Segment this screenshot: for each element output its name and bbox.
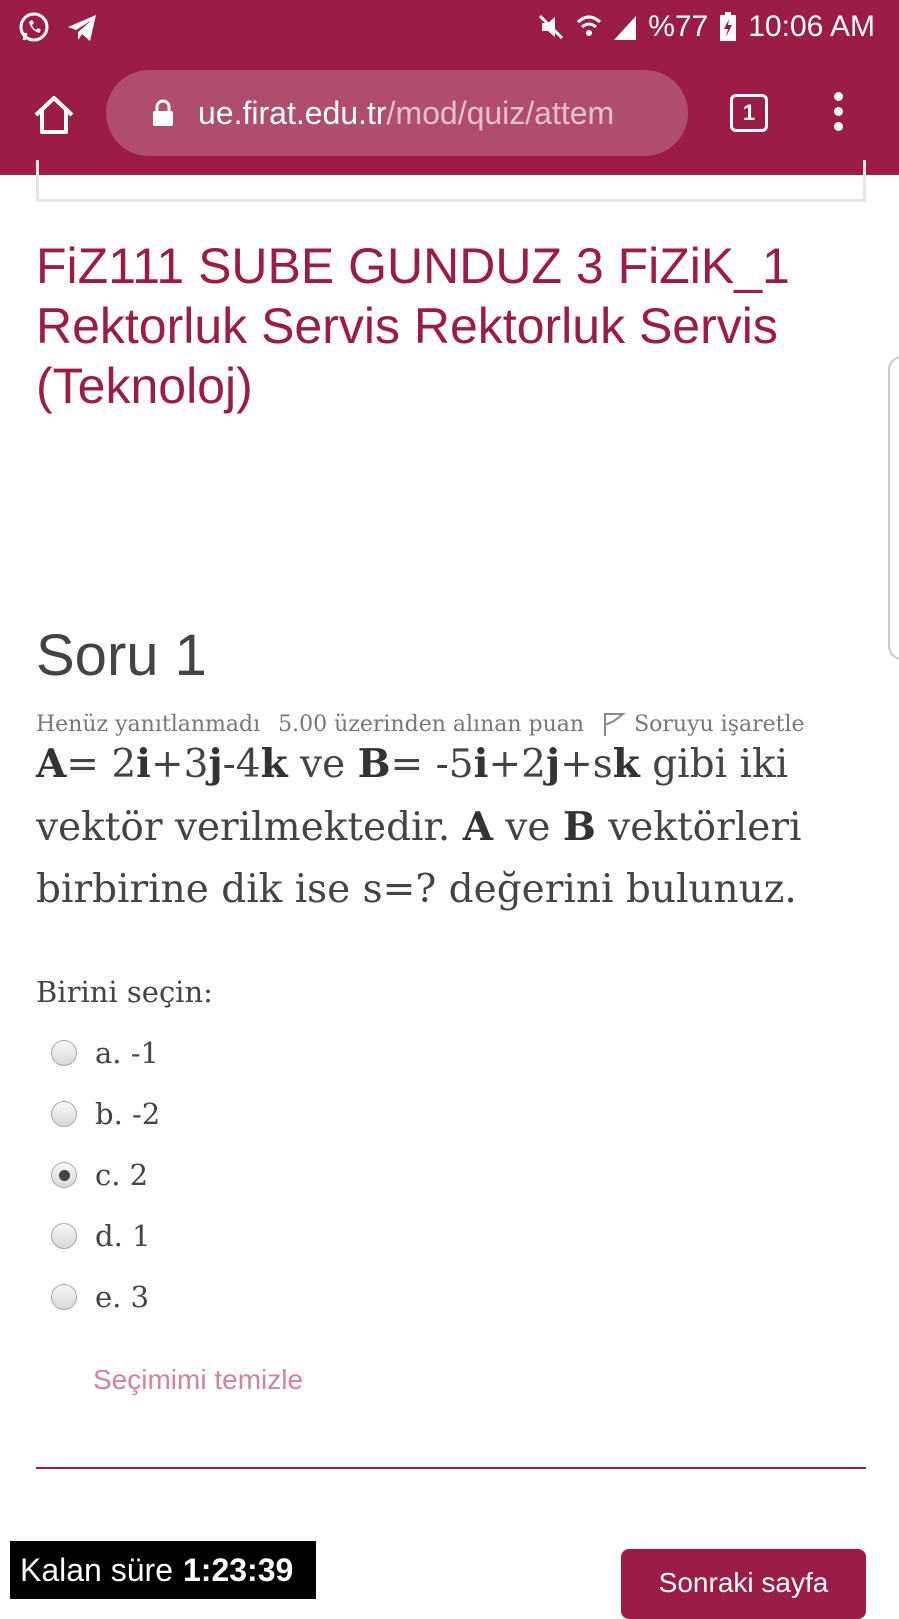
radio-button[interactable] [51, 1101, 77, 1127]
battery-charging-icon [720, 12, 737, 41]
question-text: A= 2i+3j-4k ve B= -5i+2j+sk gibi iki vek… [36, 741, 802, 912]
next-page-button[interactable]: Sonraki sayfa [621, 1549, 866, 1619]
lock-icon [153, 99, 173, 126]
divider [36, 1467, 866, 1469]
answer-option-label: a. -1 [95, 1036, 159, 1070]
radio-button[interactable] [51, 1284, 77, 1310]
answer-option-label: e. 3 [95, 1280, 150, 1314]
answer-option[interactable]: c. 2 [51, 1158, 148, 1192]
answer-option-label: d. 1 [95, 1219, 151, 1253]
answer-option[interactable]: e. 3 [51, 1280, 149, 1314]
radio-button[interactable] [51, 1223, 77, 1249]
question-title: Soru 1 [36, 623, 207, 688]
browser-toolbar: ue.firat.edu.tr/mod/quiz/attem 1 [0, 56, 899, 175]
status-bar: %77 10:06 AM [0, 0, 899, 56]
select-one-label: Birini seçin: [36, 975, 213, 1009]
url-text: ue.firat.edu.tr/mod/quiz/attem [198, 95, 614, 132]
url-path: /mod/quiz/attem [386, 94, 615, 131]
answer-option[interactable]: a. -1 [51, 1036, 159, 1070]
radio-selected-dot [58, 1169, 70, 1181]
time-remaining: Kalan süre 1:23:39 [10, 1541, 316, 1599]
clock-time: 10:06 AM [748, 10, 875, 43]
tab-switcher-button[interactable]: 1 [730, 94, 768, 132]
radio-button[interactable] [51, 1162, 77, 1188]
answer-option[interactable]: b. -2 [51, 1097, 160, 1131]
whatsapp-icon [19, 12, 49, 42]
browser-menu-icon[interactable] [826, 92, 850, 136]
previous-content-box [36, 160, 866, 202]
answer-option[interactable]: d. 1 [51, 1219, 150, 1253]
clear-choice-link[interactable]: Seçimimi temizle [93, 1364, 303, 1396]
drawer-handle[interactable] [888, 356, 899, 660]
mute-icon [539, 14, 564, 40]
radio-button[interactable] [51, 1040, 77, 1066]
course-title: FiZ111 SUBE GUNDUZ 3 FiZiK_1 Rektorluk S… [36, 238, 790, 414]
answer-option-label: c. 2 [95, 1158, 149, 1192]
signal-icon [614, 16, 637, 40]
timer-label: Kalan süre [20, 1551, 173, 1588]
wifi-icon [577, 15, 602, 36]
address-bar[interactable]: ue.firat.edu.tr/mod/quiz/attem [106, 70, 688, 156]
url-host: ue.firat.edu.tr [198, 94, 387, 131]
telegram-icon [68, 15, 96, 41]
answer-option-label: b. -2 [95, 1097, 161, 1131]
home-icon[interactable] [30, 91, 78, 139]
timer-value: 1:23:39 [182, 1551, 294, 1588]
battery-percent: %77 [648, 10, 709, 43]
